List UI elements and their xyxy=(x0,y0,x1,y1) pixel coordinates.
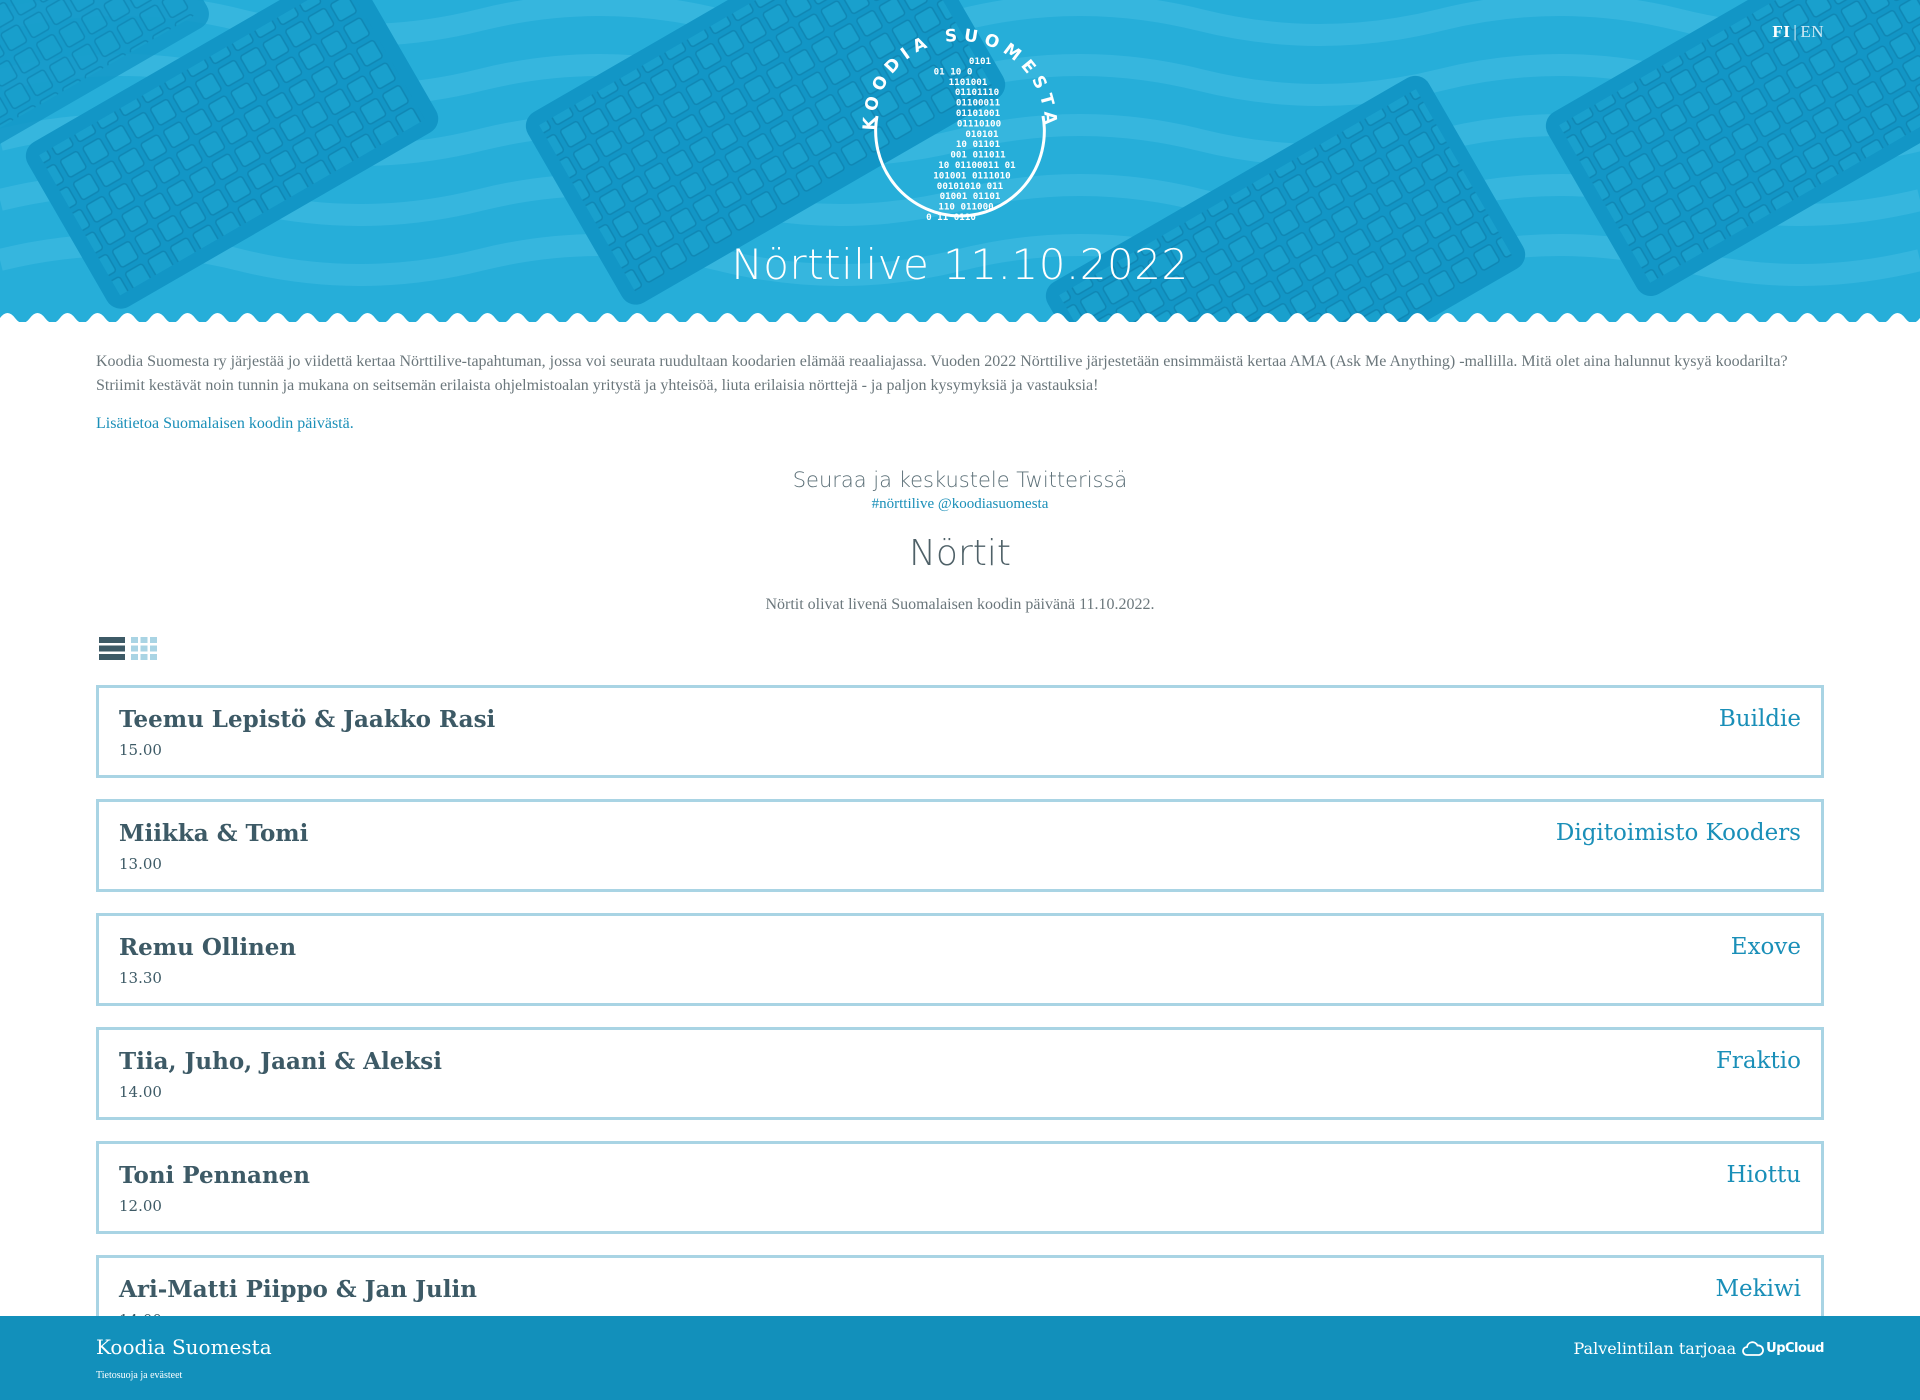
language-switcher: FI | EN xyxy=(1772,22,1824,42)
koodia-suomesta-logo[interactable]: KOODIA SUOMESTA 010101 10 01101001011011… xyxy=(855,16,1065,232)
nerd-company: Fraktio xyxy=(1715,1048,1801,1074)
nerd-card[interactable]: Remu Ollinen 13.30 Exove xyxy=(96,913,1824,1006)
twitter-section: Seuraa ja keskustele Twitterissä #nörtti… xyxy=(96,468,1824,513)
logo-binary-line: 001 011011 xyxy=(950,150,1006,161)
site-footer: Koodia Suomesta Tietosuoja ja evästeet P… xyxy=(0,1316,1920,1400)
logo-binary-line: 01101001 xyxy=(956,108,1001,119)
nerd-time: 15.00 xyxy=(119,741,162,759)
nerd-card[interactable]: Teemu Lepistö & Jaakko Rasi 15.00 Buildi… xyxy=(96,685,1824,778)
footer-title: Koodia Suomesta xyxy=(96,1335,272,1359)
logo-binary-line: 10 01100011 01 xyxy=(938,160,1016,171)
logo-binary-line: 101001 0111010 xyxy=(933,170,1010,181)
lang-separator: | xyxy=(1793,22,1798,41)
nerd-time: 12.00 xyxy=(119,1197,162,1215)
logo-binary-line: 1101001 xyxy=(949,77,988,88)
nerd-name: Remu Ollinen xyxy=(119,934,297,961)
hero-header: FI | EN KOODIA SUOMESTA 0101 01 10 0 1101001… xyxy=(0,0,1920,322)
nerd-time: 14.00 xyxy=(119,1083,162,1101)
nerd-name: Teemu Lepistö & Jaakko Rasi xyxy=(119,706,496,733)
nerd-company: Digitoimisto Kooders xyxy=(1555,820,1801,846)
logo-binary-line: 0101 xyxy=(969,56,992,67)
upcloud-link[interactable]: UpCloud xyxy=(1742,1340,1824,1357)
logo-binary-line: 01001 01101 xyxy=(940,191,1001,202)
logo-binary-line: 01110100 xyxy=(957,118,1001,129)
list-view-button[interactable] xyxy=(99,636,125,664)
nerd-company: Mekiwi xyxy=(1715,1276,1802,1302)
nerd-time: 13.30 xyxy=(119,969,162,987)
view-toggle xyxy=(99,636,157,664)
logo-binary-line: 01101110 xyxy=(955,87,999,98)
nerd-company: Buildie xyxy=(1718,706,1801,732)
privacy-link[interactable]: Tietosuoja ja evästeet xyxy=(96,1370,182,1381)
logo-binary-digits: 010101 10 011010010110111001100011011010… xyxy=(926,56,1016,223)
nerd-card[interactable]: Toni Pennanen 12.00 Hiottu xyxy=(96,1141,1824,1234)
lang-fi-link[interactable]: FI xyxy=(1772,22,1790,41)
upcloud-brand: UpCloud xyxy=(1766,1341,1824,1356)
nerd-company: Hiottu xyxy=(1726,1162,1801,1188)
logo-binary-line: 010101 xyxy=(965,129,999,140)
nerd-name: Tiia, Juho, Jaani & Aleksi xyxy=(119,1048,442,1075)
nerd-time: 13.00 xyxy=(119,855,162,873)
cloud-icon xyxy=(1742,1340,1765,1356)
nerd-name: Miikka & Tomi xyxy=(119,820,309,847)
page-title: Nörttilive 11.10.2022 xyxy=(731,240,1189,289)
logo-binary-line: 0 11 0110 xyxy=(926,212,976,223)
hosting-text: Palvelintilan tarjoaa xyxy=(1573,1339,1737,1358)
twitter-links: #nörttilive @koodiasuomesta xyxy=(96,496,1824,513)
nerd-company: Exove xyxy=(1730,934,1801,960)
logo-binary-line: 110 011000 xyxy=(938,202,993,213)
logo-binary-line: 01 10 0 xyxy=(934,66,973,77)
more-info-link[interactable]: Lisätietoa Suomalaisen koodin päivästä. xyxy=(96,415,354,433)
twitter-title: Seuraa ja keskustele Twitterissä xyxy=(792,468,1128,492)
main-content: Koodia Suomesta ry järjestää jo viidettä… xyxy=(96,350,1824,1348)
lang-en-link[interactable]: EN xyxy=(1800,22,1824,41)
grid-view-button[interactable] xyxy=(131,636,157,664)
section-title: Nörtit xyxy=(909,533,1011,574)
twitter-handle-link[interactable]: @koodiasuomesta xyxy=(938,496,1048,512)
logo-binary-line: 00101010 011 xyxy=(937,181,1004,192)
logo-binary-line: 10 01101 xyxy=(956,139,1001,150)
nerd-card[interactable]: Tiia, Juho, Jaani & Aleksi 14.00 Fraktio xyxy=(96,1027,1824,1120)
nerd-name: Toni Pennanen xyxy=(119,1162,311,1189)
grid-view-icon xyxy=(131,637,157,660)
logo-binary-line: 01100011 xyxy=(956,98,1001,109)
hosting-credit: Palvelintilan tarjoaa UpCloud xyxy=(1574,1339,1825,1358)
section-subtitle: Nörtit olivat livenä Suomalaisen koodin … xyxy=(765,596,1155,613)
nerd-card[interactable]: Miikka & Tomi 13.00 Digitoimisto Kooders xyxy=(96,799,1824,892)
twitter-hashtag-link[interactable]: #nörttilive xyxy=(872,496,935,512)
list-view-icon xyxy=(99,637,125,660)
nerd-name: Ari-Matti Piippo & Jan Julin xyxy=(119,1276,477,1303)
intro-text: Koodia Suomesta ry järjestää jo viidettä… xyxy=(96,353,1788,394)
